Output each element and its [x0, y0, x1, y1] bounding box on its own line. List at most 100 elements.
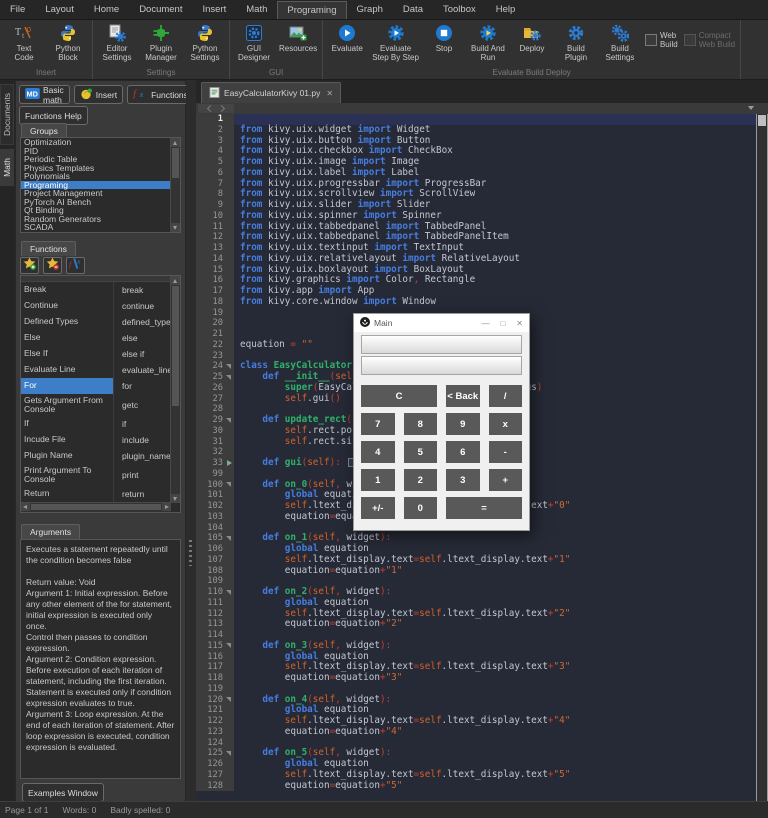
star-add-button[interactable] — [20, 256, 39, 274]
function-row-return[interactable]: Return return — [21, 486, 171, 502]
sidebar-button-basic-math[interactable]: MD Basic math — [19, 85, 70, 105]
menu-tab-help[interactable]: Help — [486, 0, 526, 19]
group-item-optimization[interactable]: Optimization — [21, 138, 171, 147]
close-icon[interactable]: ✕ — [516, 319, 523, 328]
checkbox-compact-web-build[interactable]: Compact Web Build — [683, 31, 735, 49]
functions-table-vscrollbar[interactable] — [170, 276, 180, 503]
calc-display-bottom[interactable] — [361, 356, 522, 375]
ribbon-button-gui-designer[interactable]: GUI Designer — [232, 21, 276, 62]
calc-button-0[interactable]: 0 — [403, 497, 437, 519]
menu-tab-programing[interactable]: Programing — [277, 1, 347, 19]
fold-open-triangle[interactable] — [226, 589, 231, 595]
function-row-print-argument-to-console[interactable]: Print Argument To Console print — [21, 464, 171, 486]
menu-tab-insert[interactable]: Insert — [193, 0, 237, 19]
forward-icon[interactable] — [217, 104, 226, 113]
calculator-title-bar[interactable]: Main — □ ✕ — [354, 314, 529, 332]
ribbon-button-build-and-run[interactable]: Build And Run — [466, 21, 510, 62]
ribbon-button-editor-settings[interactable]: Editor Settings — [95, 21, 139, 62]
editor-scrollbar[interactable] — [756, 114, 768, 802]
scrollbar-thumb[interactable] — [172, 148, 179, 178]
menu-tab-document[interactable]: Document — [129, 0, 192, 19]
groups-list-scrollbar[interactable] — [170, 138, 180, 232]
function-row-if[interactable]: If if — [21, 416, 171, 432]
function-row-plugin-name[interactable]: Plugin Name plugin_name — [21, 448, 171, 464]
menu-tab-toolbox[interactable]: Toolbox — [433, 0, 486, 19]
menu-tab-file[interactable]: File — [0, 0, 35, 19]
groups-panel-tab[interactable]: Groups — [21, 123, 67, 138]
calc-button-5[interactable]: 5 — [403, 441, 437, 463]
sidebar-button-functions[interactable]: f x Functions — [127, 85, 194, 104]
calc-button-x[interactable]: x — [488, 413, 522, 435]
scrollbar-thumb[interactable] — [31, 504, 161, 510]
scroll-left-icon[interactable] — [21, 503, 30, 511]
ribbon-button-stop[interactable]: Stop — [422, 21, 466, 53]
function-row-defined-types[interactable]: Defined Types defined_types — [21, 314, 171, 330]
chevron-down-icon[interactable] — [748, 106, 754, 110]
function-row-break[interactable]: Break break — [21, 282, 171, 298]
fx-edit-button[interactable]: fx — [66, 257, 85, 274]
star-remove-button[interactable] — [43, 256, 62, 274]
function-row-incude-file[interactable]: Incude File include — [21, 432, 171, 448]
fold-open-triangle[interactable] — [226, 482, 231, 487]
scroll-down-icon[interactable] — [171, 494, 180, 503]
function-row-else[interactable]: Else else — [21, 330, 171, 346]
fold-open-triangle[interactable] — [226, 697, 231, 702]
calc-button-[interactable]: = — [446, 497, 522, 519]
back-icon[interactable] — [206, 104, 215, 113]
calc-button-2[interactable]: 2 — [403, 469, 437, 491]
ribbon-button-evaluate[interactable]: Evaluate — [325, 21, 369, 53]
function-row-evaluate-line[interactable]: Evaluate Line evaluate_line — [21, 362, 171, 378]
menu-tab-math[interactable]: Math — [236, 0, 277, 19]
function-row-gets-argument-from-console[interactable]: Gets Argument From Console getc — [21, 394, 171, 416]
vertical-tab-documents[interactable]: Documents — [0, 84, 14, 145]
function-row-else-if[interactable]: Else If else if — [21, 346, 171, 362]
fold-open-triangle[interactable] — [226, 750, 231, 756]
fold-open-triangle[interactable] — [226, 374, 231, 380]
functions-table-hscrollbar[interactable] — [21, 502, 171, 512]
fold-open-triangle[interactable] — [226, 643, 231, 649]
fold-open-triangle[interactable] — [226, 363, 231, 369]
calc-button-1[interactable]: 1 — [361, 469, 395, 491]
fold-open-triangle[interactable] — [226, 535, 231, 541]
scroll-up-icon[interactable] — [171, 276, 180, 285]
ribbon-button-build-plugin[interactable]: Build Plugin — [554, 21, 598, 62]
ribbon-button-text-code[interactable]: Tt 0 Text Code — [2, 21, 46, 62]
group-item-scada[interactable]: SCADA — [21, 223, 171, 232]
scroll-down-icon[interactable] — [171, 223, 180, 232]
examples-window-button[interactable]: Examples Window — [22, 783, 104, 802]
function-row-for[interactable]: For for — [21, 378, 171, 394]
scrollbar-thumb[interactable] — [758, 115, 766, 126]
close-icon[interactable]: ✕ — [326, 89, 333, 98]
menu-tab-data[interactable]: Data — [393, 0, 433, 19]
minimize-icon[interactable]: — — [481, 319, 489, 328]
ribbon-button-python-block[interactable]: Python Block — [46, 21, 90, 62]
calc-button-[interactable]: + — [488, 469, 522, 491]
ribbon-button-build-settings[interactable]: Build Settings — [598, 21, 642, 62]
calc-button-[interactable]: - — [488, 441, 522, 463]
sidebar-splitter[interactable] — [186, 80, 196, 802]
calc-button-back[interactable]: < Back — [446, 385, 480, 407]
functions-panel-tab[interactable]: Functions — [21, 241, 76, 256]
ribbon-button-resources[interactable]: Resources — [276, 21, 320, 53]
calc-button-7[interactable]: 7 — [361, 413, 395, 435]
calc-button-4[interactable]: 4 — [361, 441, 395, 463]
arguments-panel-tab[interactable]: Arguments — [21, 524, 81, 539]
ribbon-button-evaluate-step-by-step[interactable]: Evaluate Step By Step — [369, 21, 422, 62]
fold-open-triangle[interactable] — [226, 417, 231, 423]
sidebar-button-insert[interactable]: Insert — [73, 85, 124, 104]
calc-button-6[interactable]: 6 — [446, 441, 480, 463]
fold-closed-triangle[interactable] — [227, 460, 232, 466]
calc-button-[interactable]: +/- — [361, 497, 395, 519]
scroll-right-icon[interactable] — [162, 503, 171, 511]
calc-button-c[interactable]: C — [361, 385, 437, 407]
vertical-tab-math[interactable]: Math — [0, 149, 14, 186]
menu-tab-graph[interactable]: Graph — [347, 0, 393, 19]
calc-button-3[interactable]: 3 — [446, 469, 480, 491]
function-row-continue[interactable]: Continue continue — [21, 298, 171, 314]
scroll-up-icon[interactable] — [171, 138, 180, 147]
calc-button-[interactable]: / — [488, 385, 522, 407]
document-tab[interactable]: EasyCalculatorKivy 01.py ✕ — [201, 82, 342, 103]
scrollbar-thumb[interactable] — [172, 286, 179, 406]
ribbon-button-plugin-manager[interactable]: Plugin Manager — [139, 21, 183, 62]
calc-button-8[interactable]: 8 — [403, 413, 437, 435]
